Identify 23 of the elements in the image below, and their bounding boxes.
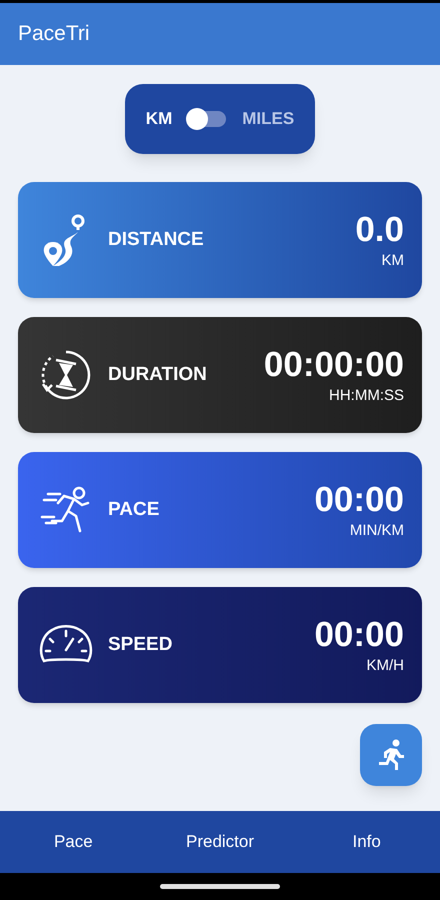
metric-unit: KM <box>382 253 404 268</box>
metric-value: 0.0 <box>355 212 404 247</box>
runner-icon <box>40 485 92 535</box>
miles-label: MILES <box>242 108 294 130</box>
nav-tab[interactable]: Predictor <box>186 829 254 855</box>
nav-tab[interactable]: Pace <box>54 829 93 855</box>
run-fab[interactable] <box>360 724 422 786</box>
km-label: KM <box>146 108 172 130</box>
metric-unit: HH:MM:SS <box>329 388 404 403</box>
metric-value: 00:00:00 <box>264 347 404 382</box>
runner-icon <box>376 739 406 771</box>
metric-value: 00:00 <box>314 617 404 652</box>
metric-label: PACE <box>108 498 160 522</box>
nav-tab[interactable]: Info <box>352 829 381 855</box>
metric-label: SPEED <box>108 632 172 657</box>
app-title: PaceTri <box>18 21 90 48</box>
hourglass-icon <box>39 348 93 402</box>
metric-label: DURATION <box>108 362 207 387</box>
metric-value: 00:00 <box>314 482 404 517</box>
metric-unit: KM/H <box>366 658 404 673</box>
unit-switch[interactable] <box>188 111 226 127</box>
metric-unit: MIN/KM <box>350 523 404 538</box>
metric-label: DISTANCE <box>108 228 204 252</box>
